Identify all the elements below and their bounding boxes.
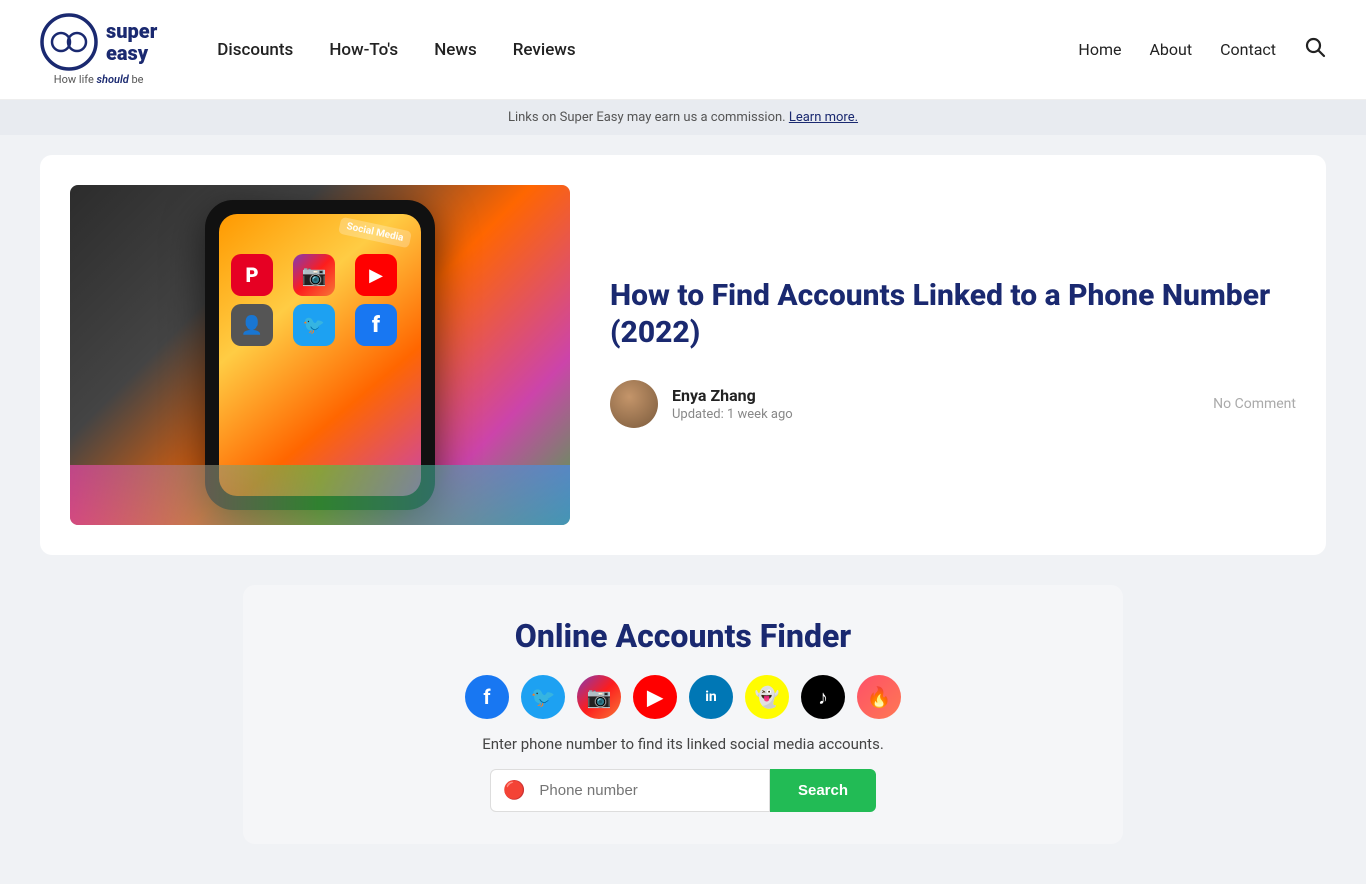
main-content: Social Media P 📷 ▶ 👤 🐦 — [0, 135, 1366, 884]
author-info: Enya Zhang Updated: 1 week ago — [672, 386, 793, 422]
social-icon-twitter: 🐦 — [521, 675, 565, 719]
search-button[interactable] — [1304, 36, 1326, 64]
social-icon-youtube: ▶ — [633, 675, 677, 719]
social-icon-snapchat: 👻 — [745, 675, 789, 719]
app-icon-twitter: 🐦 — [293, 304, 335, 346]
commission-bar: Links on Super Easy may earn us a commis… — [0, 100, 1366, 135]
learn-more-link[interactable]: Learn more. — [789, 110, 858, 125]
article-card: Social Media P 📷 ▶ 👤 🐦 — [40, 155, 1326, 555]
header-left: super easy How life should be Discounts … — [40, 13, 576, 86]
social-icons-row: f 🐦 📷 ▶ in 👻 ♪ 🔥 — [283, 675, 1083, 719]
article-info: How to Find Accounts Linked to a Phone N… — [610, 277, 1296, 434]
phone-input-wrapper[interactable]: 🔴 — [490, 769, 770, 812]
logo-tagline: How life should be — [54, 73, 144, 86]
search-accounts-button[interactable]: Search — [770, 769, 876, 812]
author-row: Enya Zhang Updated: 1 week ago No Commen… — [610, 380, 1296, 428]
hero-image: Social Media P 📷 ▶ 👤 🐦 — [70, 185, 570, 525]
app-icon-person: 👤 — [231, 304, 273, 346]
app-icon-facebook: f — [355, 304, 397, 346]
header-right: Home About Contact — [1078, 36, 1326, 64]
finder-section: Online Accounts Finder f 🐦 📷 ▶ in 👻 ♪ 🔥 … — [243, 585, 1123, 844]
finder-description: Enter phone number to find its linked so… — [283, 735, 1083, 753]
site-header: super easy How life should be Discounts … — [0, 0, 1366, 100]
nav-about[interactable]: About — [1149, 40, 1192, 59]
comment-count: No Comment — [1213, 396, 1296, 412]
finder-title: Online Accounts Finder — [283, 617, 1083, 655]
site-logo[interactable]: super easy How life should be — [40, 13, 157, 86]
author-updated: Updated: 1 week ago — [672, 407, 793, 422]
social-icon-tiktok: ♪ — [801, 675, 845, 719]
nav-reviews[interactable]: Reviews — [513, 40, 576, 60]
social-media-label: Social Media — [338, 217, 412, 249]
nav-news[interactable]: News — [434, 40, 477, 60]
social-icon-linkedin: in — [689, 675, 733, 719]
author-avatar — [610, 380, 658, 428]
app-icon-pinterest: P — [231, 254, 273, 296]
nav-discounts[interactable]: Discounts — [217, 40, 293, 60]
app-icon-youtube: ▶ — [355, 254, 397, 296]
phone-input[interactable] — [531, 770, 757, 811]
app-icon-instagram: 📷 — [293, 254, 335, 296]
commission-text: Links on Super Easy may earn us a commis… — [508, 110, 786, 125]
nav-home[interactable]: Home — [1078, 40, 1121, 59]
social-icon-tinder: 🔥 — [857, 675, 901, 719]
main-nav: Discounts How-To's News Reviews — [217, 40, 575, 60]
flag-icon: 🔴 — [503, 780, 525, 801]
logo-brand-name: super easy — [106, 20, 157, 64]
article-title: How to Find Accounts Linked to a Phone N… — [610, 277, 1296, 352]
logo-icon — [40, 13, 98, 71]
author-name: Enya Zhang — [672, 386, 793, 405]
search-icon — [1304, 36, 1326, 58]
nav-contact[interactable]: Contact — [1220, 40, 1276, 59]
social-icon-instagram: 📷 — [577, 675, 621, 719]
nav-howtos[interactable]: How-To's — [329, 40, 398, 60]
social-icon-facebook: f — [465, 675, 509, 719]
finder-input-row: 🔴 Search — [283, 769, 1083, 812]
